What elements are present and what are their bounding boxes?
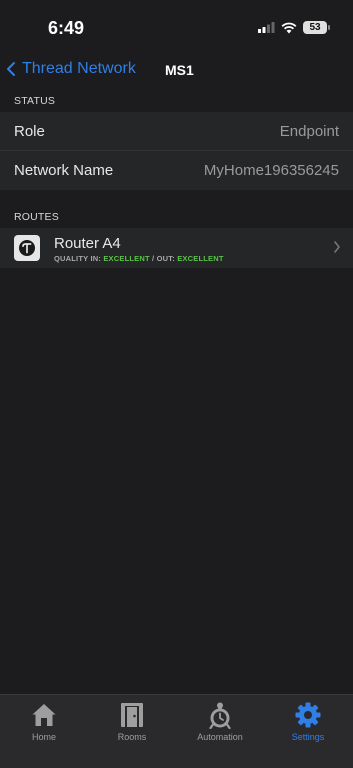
status-icons: 53 bbox=[258, 21, 330, 34]
router-quality: QUALITY IN: EXCELLENT / OUT: EXCELLENT bbox=[54, 254, 224, 263]
network-name-value: MyHome196356245 bbox=[203, 162, 339, 179]
back-button[interactable]: Thread Network bbox=[6, 60, 136, 78]
role-value: Endpoint bbox=[279, 123, 339, 140]
empty-content-area bbox=[0, 269, 353, 694]
tab-rooms-label: Rooms bbox=[117, 732, 147, 742]
role-label: Role bbox=[14, 123, 45, 140]
tab-settings-label: Settings bbox=[291, 732, 325, 742]
status-time: 6:49 bbox=[48, 18, 85, 38]
quality-in-value: EXCELLENT bbox=[103, 254, 150, 263]
back-label: Thread Network bbox=[22, 60, 136, 77]
network-name-label: Network Name bbox=[14, 162, 114, 179]
network-name-row: Network Name MyHome196356245 bbox=[0, 151, 353, 190]
quality-out-label: / OUT: bbox=[152, 254, 175, 263]
cellular-signal-icon bbox=[258, 22, 275, 33]
tab-settings[interactable]: Settings bbox=[264, 701, 352, 742]
tab-home[interactable]: Home bbox=[0, 701, 88, 742]
navigation-bar: Thread Network MS1 bbox=[0, 56, 353, 88]
router-row[interactable]: Router A4 QUALITY IN: EXCELLENT / OUT: E… bbox=[0, 228, 353, 268]
tab-automation[interactable]: Automation bbox=[176, 701, 264, 742]
section-header-routes: ROUTES bbox=[0, 206, 353, 228]
door-icon bbox=[121, 703, 143, 727]
battery-icon: 53 bbox=[303, 21, 330, 34]
tab-automation-label: Automation bbox=[197, 732, 243, 742]
automation-clock-icon bbox=[209, 702, 231, 729]
chevron-right-icon bbox=[334, 241, 340, 253]
quality-in-label: QUALITY IN: bbox=[54, 254, 102, 263]
tab-rooms[interactable]: Rooms bbox=[88, 701, 176, 742]
gear-icon bbox=[295, 702, 321, 728]
quality-out-value: EXCELLENT bbox=[177, 254, 224, 263]
section-header-status: STATUS bbox=[0, 90, 353, 112]
status-bar: 6:49 53 bbox=[0, 0, 353, 56]
chevron-left-icon bbox=[7, 62, 15, 76]
home-icon bbox=[32, 704, 56, 726]
tab-bar: Home Rooms Automation Settings bbox=[0, 694, 353, 768]
tab-home-label: Home bbox=[31, 732, 56, 742]
role-row: Role Endpoint bbox=[0, 112, 353, 150]
wifi-icon bbox=[281, 22, 297, 33]
router-device-icon bbox=[14, 235, 40, 261]
page-title: MS1 bbox=[165, 62, 194, 78]
router-name: Router A4 bbox=[54, 235, 121, 252]
